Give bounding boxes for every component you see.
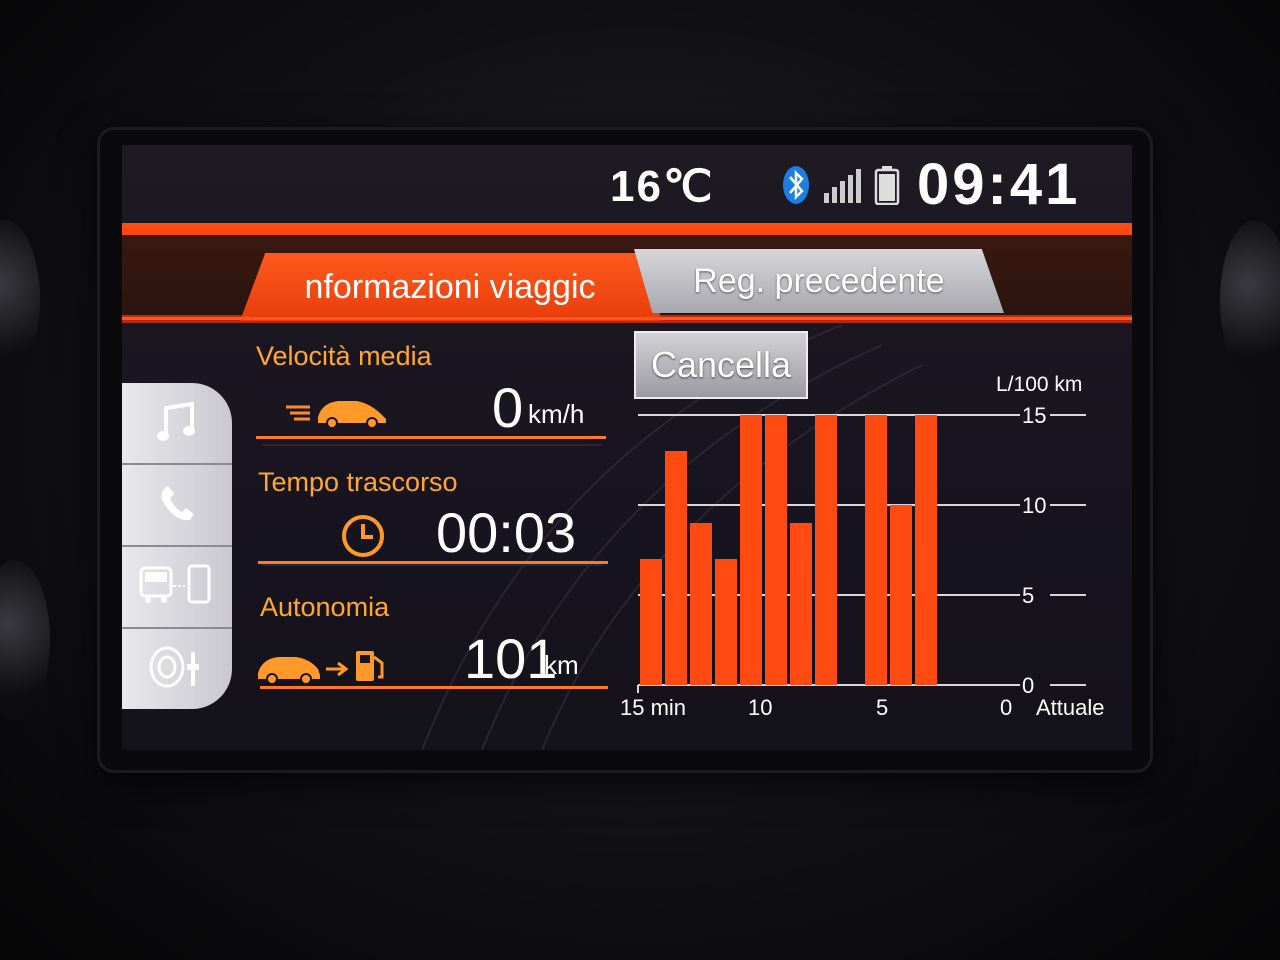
signal-icon xyxy=(822,165,862,210)
range-divider xyxy=(260,686,608,689)
sidebar-item-sound[interactable] xyxy=(122,629,232,709)
y-tick-label: 10 xyxy=(1022,493,1046,518)
x-tick-label: 0 xyxy=(1000,695,1012,720)
phone-connect-icon xyxy=(137,562,217,613)
header-divider xyxy=(122,317,1132,320)
elapsed-value: 00:03 xyxy=(436,501,577,564)
consumption-chart: L/100 km15105015 min 10 5 0 Attuale xyxy=(620,373,1105,720)
sound-settings-icon xyxy=(147,644,207,695)
status-bar: 16℃ 09:41 xyxy=(122,145,1132,220)
y-unit-label: L/100 km xyxy=(996,373,1082,396)
y-tick-label: 15 xyxy=(1022,403,1046,428)
speed-unit: km/h xyxy=(528,399,585,429)
elapsed-divider xyxy=(258,561,608,564)
left-knob xyxy=(0,220,40,380)
speed-car-icon xyxy=(282,393,392,434)
clock: 09:41 xyxy=(917,152,1081,217)
elapsed-label: Tempo trascorso xyxy=(258,467,458,497)
speed-divider xyxy=(256,436,606,439)
chart-bar xyxy=(865,415,887,685)
chart-bar xyxy=(665,451,687,685)
chart-bar xyxy=(640,559,662,685)
x-tick-label: 5 xyxy=(876,695,888,720)
chart-bar xyxy=(715,559,737,685)
tab-previous-record-label: Reg. precedente xyxy=(693,261,945,300)
range-label: Autonomia xyxy=(260,592,390,622)
tab-trip-info[interactable]: nformazioni viaggic xyxy=(240,253,660,321)
sidebar-item-music[interactable] xyxy=(122,383,232,465)
speed-label: Velocità media xyxy=(256,341,432,371)
sidebar-item-phone[interactable] xyxy=(122,465,232,547)
chart-bar xyxy=(915,415,937,685)
range-unit: km xyxy=(544,650,579,680)
temperature: 16℃ xyxy=(610,162,715,211)
range-car-fuel-icon xyxy=(256,645,396,690)
clock-icon xyxy=(340,513,386,564)
battery-icon xyxy=(874,165,900,210)
x-tick-label: 10 xyxy=(748,695,772,720)
infotainment-screen: 16℃ 09:41 nformazioni viaggic Reg. prece… xyxy=(122,145,1132,750)
sidebar xyxy=(122,355,240,720)
chart-bar xyxy=(690,523,712,685)
y-tick-label: 0 xyxy=(1022,673,1034,698)
sidebar-item-connect[interactable] xyxy=(122,547,232,629)
chart-bar xyxy=(740,415,762,685)
left-lower-knob xyxy=(0,560,50,720)
phone-icon xyxy=(154,480,200,531)
chart-bar xyxy=(790,523,812,685)
x-tick-label: Attuale xyxy=(1036,695,1105,720)
chart-bar xyxy=(890,505,912,685)
tab-previous-record[interactable]: Reg. precedente xyxy=(634,249,1004,313)
x-tick-label: 15 min xyxy=(620,695,686,720)
right-knob xyxy=(1220,220,1280,380)
y-tick-label: 5 xyxy=(1022,583,1034,608)
speed-value: 0 xyxy=(492,376,524,439)
chart-bar xyxy=(815,415,837,685)
bluetooth-icon xyxy=(782,165,810,210)
music-icon xyxy=(154,398,200,449)
tab-trip-info-label: nformazioni viaggic xyxy=(304,267,596,306)
chart-bar xyxy=(765,415,787,685)
